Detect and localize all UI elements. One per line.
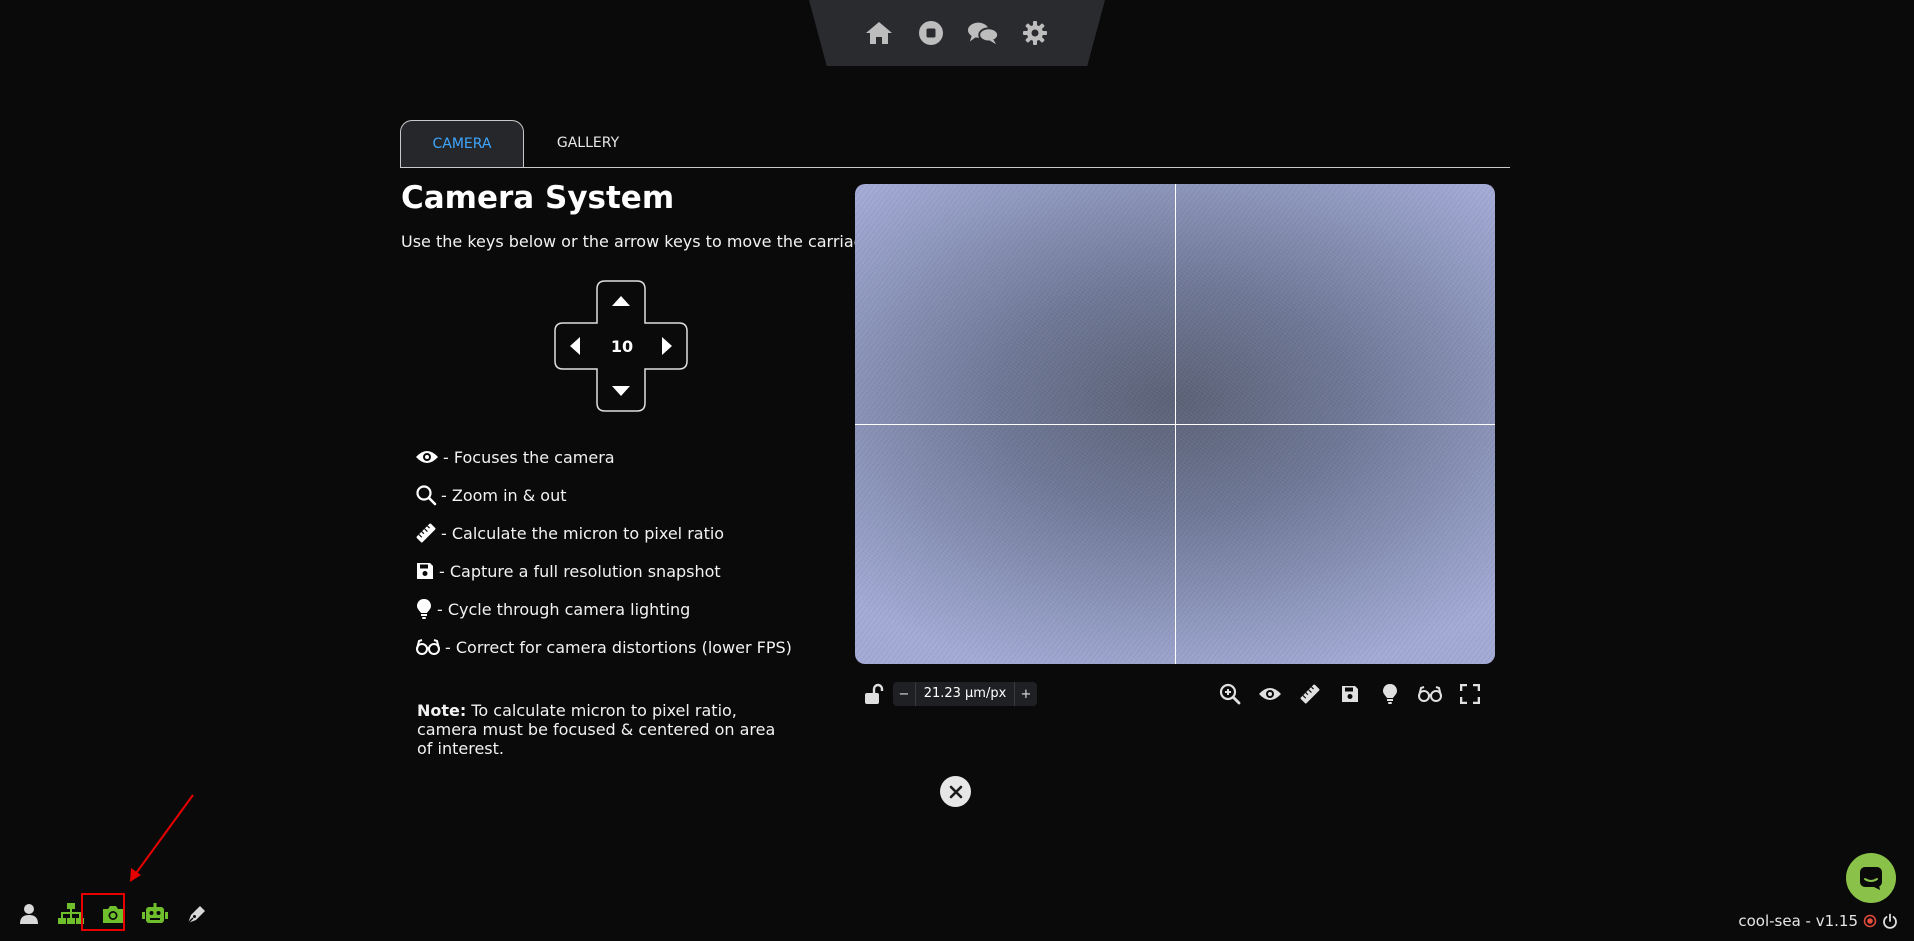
legend-text-distortion: - Correct for camera distortions (lower … [445, 637, 792, 657]
legend-text-ruler: - Calculate the micron to pixel ratio [441, 523, 725, 543]
fullscreen-icon[interactable] [1457, 682, 1483, 706]
version-text: cool-sea - v1.15 [1738, 912, 1858, 930]
legend-item: - Calculate the micron to pixel ratio [415, 514, 792, 552]
ratio-decrease-button[interactable]: − [893, 687, 915, 702]
icon-legend: - Focuses the camera - Zoom in & out - C… [415, 438, 792, 666]
annotation-arrow [130, 794, 194, 882]
lightbulb-icon [417, 599, 431, 619]
ratio-value[interactable]: 21.23 μm/px [915, 682, 1015, 706]
save-icon[interactable] [1337, 682, 1363, 706]
caret-up-icon [612, 296, 630, 306]
crosshair-horizontal [855, 424, 1495, 425]
legend-item: - Capture a full resolution snapshot [415, 552, 792, 590]
support-chat-button[interactable] [1846, 853, 1896, 903]
status-record-icon [1863, 914, 1877, 928]
move-left-button[interactable] [561, 331, 589, 361]
stop-icon[interactable] [915, 17, 947, 49]
zoom-in-icon[interactable] [1217, 682, 1243, 706]
caret-right-icon [662, 337, 672, 355]
move-up-button[interactable] [603, 287, 639, 315]
settings-gear-icon[interactable] [1019, 17, 1051, 49]
note-text: Note: To calculate micron to pixel ratio… [417, 701, 787, 758]
step-size-value[interactable]: 10 [597, 331, 647, 361]
power-icon[interactable] [1882, 913, 1898, 929]
glasses-icon[interactable] [1417, 682, 1443, 706]
save-icon [417, 563, 433, 579]
camera-tools [1217, 682, 1483, 706]
legend-text-lighting: - Cycle through camera lighting [437, 599, 691, 619]
annotation-highlight-box [81, 893, 125, 931]
chat-icon[interactable] [967, 17, 999, 49]
tab-gallery[interactable]: GALLERY [538, 120, 638, 166]
legend-item: - Focuses the camera [415, 438, 792, 476]
legend-item: - Cycle through camera lighting [415, 590, 792, 628]
micron-ratio-control: − 21.23 μm/px + [893, 682, 1037, 706]
legend-text-snapshot: - Capture a full resolution snapshot [439, 561, 721, 581]
camera-feed[interactable] [855, 184, 1495, 664]
legend-text-focus: - Focuses the camera [443, 447, 615, 467]
ratio-increase-button[interactable]: + [1015, 687, 1037, 702]
close-icon [949, 785, 962, 798]
unlock-icon[interactable] [863, 683, 885, 709]
chat-widget-icon [1860, 867, 1882, 890]
lightbulb-icon[interactable] [1377, 682, 1403, 706]
user-icon[interactable] [8, 898, 50, 930]
legend-item: - Correct for camera distortions (lower … [415, 628, 792, 666]
caret-left-icon [570, 337, 580, 355]
direction-pad: 10 [553, 279, 689, 413]
glasses-icon [416, 639, 440, 655]
ruler-icon[interactable] [1297, 682, 1323, 706]
legend-item: - Zoom in & out [415, 476, 792, 514]
page-title: Camera System [401, 180, 675, 216]
move-down-button[interactable] [603, 377, 639, 405]
tab-bar: CAMERA GALLERY [400, 120, 1510, 168]
move-right-button[interactable] [653, 331, 681, 361]
legend-text-zoom: - Zoom in & out [441, 485, 567, 505]
camera-toolbar: − 21.23 μm/px + [855, 680, 1495, 708]
version-footer: cool-sea - v1.15 [1738, 912, 1898, 930]
tab-camera[interactable]: CAMERA [400, 120, 524, 167]
page-subtitle: Use the keys below or the arrow keys to … [401, 232, 879, 251]
caret-down-icon [612, 386, 630, 396]
ruler-icon [416, 523, 436, 543]
eye-icon [416, 451, 438, 463]
pen-icon[interactable] [176, 898, 218, 930]
magnifier-icon [416, 485, 437, 506]
close-button[interactable] [940, 776, 971, 807]
note-label: Note: [417, 701, 467, 720]
note-body: To calculate micron to pixel ratio, came… [417, 701, 776, 758]
eye-icon[interactable] [1257, 682, 1283, 706]
top-nav-bar [809, 0, 1105, 66]
home-icon[interactable] [863, 17, 895, 49]
robot-icon[interactable] [134, 898, 176, 930]
